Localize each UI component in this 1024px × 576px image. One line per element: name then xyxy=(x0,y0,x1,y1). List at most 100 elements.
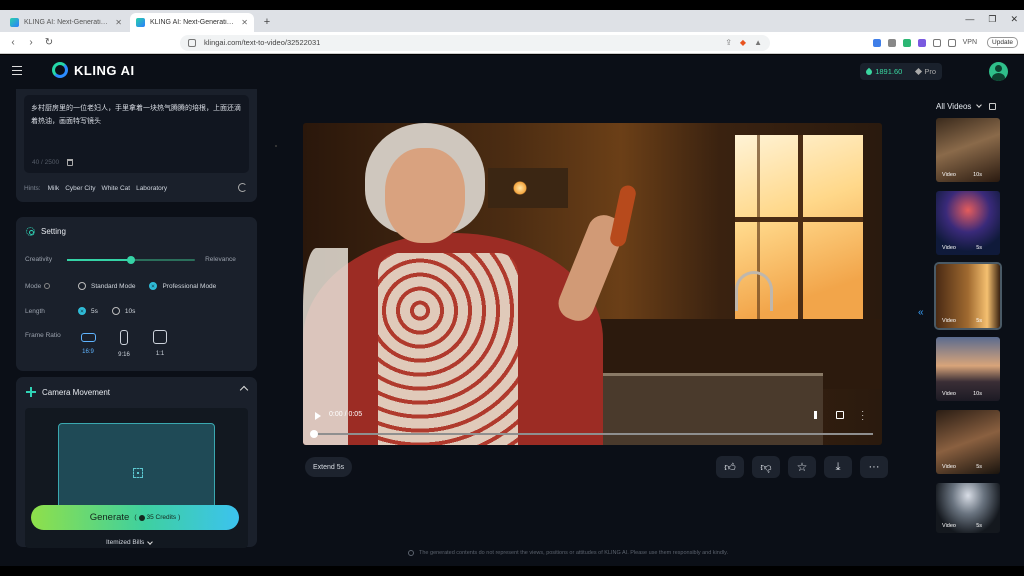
hint-chip[interactable]: Laboratory xyxy=(136,185,167,192)
extension-icon[interactable] xyxy=(902,38,911,47)
volume-icon[interactable] xyxy=(814,411,822,419)
user-avatar[interactable] xyxy=(989,62,1008,81)
camera-movement-title: Camera Movement xyxy=(42,387,111,397)
thumb-duration: 5s xyxy=(976,318,982,324)
library-filter[interactable]: All Videos xyxy=(936,102,997,111)
library-thumbnail[interactable]: Video 5s xyxy=(936,191,1000,255)
chevron-down-icon xyxy=(147,538,154,545)
tab-title: KLING AI: Next-Generation AI Crea xyxy=(24,19,111,26)
length-10s-radio[interactable]: 10s xyxy=(111,307,136,315)
more-icon: ··· xyxy=(868,461,880,473)
extension-icon[interactable] xyxy=(917,38,926,47)
library-thumbnail-selected[interactable]: Video 5s xyxy=(936,264,1000,328)
sidebar-icon[interactable] xyxy=(932,38,941,47)
video-player[interactable]: 0:00 / 0:05 · · · xyxy=(303,123,882,445)
chevron-down-icon xyxy=(976,102,983,108)
tab-close-icon[interactable]: ✕ xyxy=(115,18,122,27)
ratio-square-icon xyxy=(153,330,167,344)
focus-target-icon xyxy=(133,468,143,478)
info-icon xyxy=(408,550,414,556)
library-thumbnail[interactable]: Video 5s xyxy=(936,483,1000,533)
radio-indicator xyxy=(78,282,86,290)
wallet-icon[interactable] xyxy=(947,38,956,47)
ratio-label: 9:16 xyxy=(118,352,130,358)
share-icon[interactable]: ⇪ xyxy=(725,38,732,47)
length-label: Length xyxy=(25,307,45,315)
hint-chip[interactable]: Milk xyxy=(48,185,60,192)
vpn-button[interactable]: VPN xyxy=(963,39,977,46)
standard-mode-radio[interactable]: Standard Mode xyxy=(78,282,135,290)
extension-icon[interactable] xyxy=(872,38,881,47)
library-thumbnail[interactable]: Video 5s xyxy=(936,410,1000,474)
update-button[interactable]: Update xyxy=(987,37,1018,48)
frame-ratio-label: Frame Ratio xyxy=(25,332,61,339)
slider-handle[interactable] xyxy=(127,255,136,264)
thumb-duration: 10s xyxy=(973,172,982,178)
play-icon[interactable] xyxy=(315,412,321,420)
video-more-icon[interactable]: · · · xyxy=(861,408,864,424)
thumb-label: Video xyxy=(942,464,956,470)
gear-icon xyxy=(26,227,35,236)
close-window-button[interactable]: ✕ xyxy=(1010,14,1018,25)
like-button[interactable]: 👍︎ xyxy=(716,456,744,478)
camera-movement-header[interactable]: Camera Movement xyxy=(26,387,110,397)
brave-shield-icon[interactable]: ◆ xyxy=(740,38,746,47)
logo[interactable]: KLING AI xyxy=(52,62,135,78)
more-button[interactable]: ··· xyxy=(860,456,888,478)
fullscreen-icon[interactable] xyxy=(836,411,844,419)
generate-button[interactable]: Generate ( 35 Credits ) xyxy=(31,505,239,530)
professional-mode-radio[interactable]: Professional Mode xyxy=(149,282,216,290)
trash-icon[interactable] xyxy=(67,159,74,166)
credit-drop-icon xyxy=(864,67,874,76)
dislike-button[interactable]: 👎︎ xyxy=(752,456,780,478)
hint-chip[interactable]: White Cat xyxy=(102,185,131,192)
url-text: klingai.com/text-to-video/32522031 xyxy=(204,38,321,47)
window-controls: — ❐ ✕ xyxy=(965,14,1018,25)
download-button[interactable]: ⤓ xyxy=(824,456,852,478)
extend-button[interactable]: Extend 5s xyxy=(305,457,353,477)
radio-label: 10s xyxy=(124,307,136,315)
creativity-label: Creativity xyxy=(25,256,53,263)
forward-arrow-icon[interactable]: › xyxy=(24,37,38,48)
ratio-9-16[interactable]: 9:16 xyxy=(116,330,132,358)
library-thumbnail[interactable]: Video 10s xyxy=(936,118,1000,182)
menu-icon[interactable] xyxy=(12,66,22,75)
url-field[interactable]: klingai.com/text-to-video/32522031 ⇪ ◆ ▲ xyxy=(180,34,770,51)
video-scene-faucet xyxy=(735,271,773,311)
favorite-button[interactable]: ☆ xyxy=(788,456,816,478)
hints-label: Hints: xyxy=(24,185,41,192)
new-tab-button[interactable]: + xyxy=(260,15,274,29)
disclaimer-text: The generated contents do not represent … xyxy=(419,550,728,556)
hint-chip[interactable]: Cyber City xyxy=(65,185,95,192)
select-multiple-icon[interactable] xyxy=(989,103,997,110)
browser-tab-2[interactable]: KLING AI: Next-Generation AI Cr ✕ xyxy=(130,13,254,32)
site-info-icon[interactable] xyxy=(188,38,196,47)
length-5s-radio[interactable]: 5s xyxy=(78,307,98,315)
creativity-slider[interactable] xyxy=(67,255,196,264)
extension-icon[interactable] xyxy=(887,38,896,47)
library-thumbnail[interactable]: Video 10s xyxy=(936,337,1000,401)
rewards-triangle-icon[interactable]: ▲ xyxy=(754,38,762,47)
browser-tab-1[interactable]: KLING AI: Next-Generation AI Crea ✕ xyxy=(4,13,128,32)
video-progress-bar[interactable] xyxy=(310,430,873,438)
tab-close-icon[interactable]: ✕ xyxy=(241,18,248,27)
restore-button[interactable]: ❐ xyxy=(988,14,996,25)
frame-ratio-group: 16:9 9:16 1:1 xyxy=(80,330,168,358)
browser-address-bar: ‹ › ↻ klingai.com/text-to-video/32522031… xyxy=(0,32,1024,54)
radio-indicator xyxy=(78,307,86,315)
progress-handle[interactable] xyxy=(310,430,318,438)
radio-label: 5s xyxy=(91,307,98,315)
collapse-chevron-icon[interactable] xyxy=(239,385,249,395)
refresh-hints-icon[interactable] xyxy=(238,183,247,192)
tab-title: KLING AI: Next-Generation AI Cr xyxy=(150,19,237,26)
minimize-button[interactable]: — xyxy=(965,14,974,25)
ratio-16-9[interactable]: 16:9 xyxy=(80,330,96,358)
collapse-panel-icon[interactable]: « xyxy=(918,307,924,318)
credits-balance: 1891.60 xyxy=(875,67,903,76)
info-icon[interactable] xyxy=(44,283,51,289)
reload-icon[interactable]: ↻ xyxy=(42,37,56,48)
back-arrow-icon[interactable]: ‹ xyxy=(6,37,20,48)
credits-pill[interactable]: 1891.60 Pro xyxy=(860,63,942,80)
itemized-bills-toggle[interactable]: Itemized Bills xyxy=(106,538,154,546)
ratio-1-1[interactable]: 1:1 xyxy=(152,330,168,358)
